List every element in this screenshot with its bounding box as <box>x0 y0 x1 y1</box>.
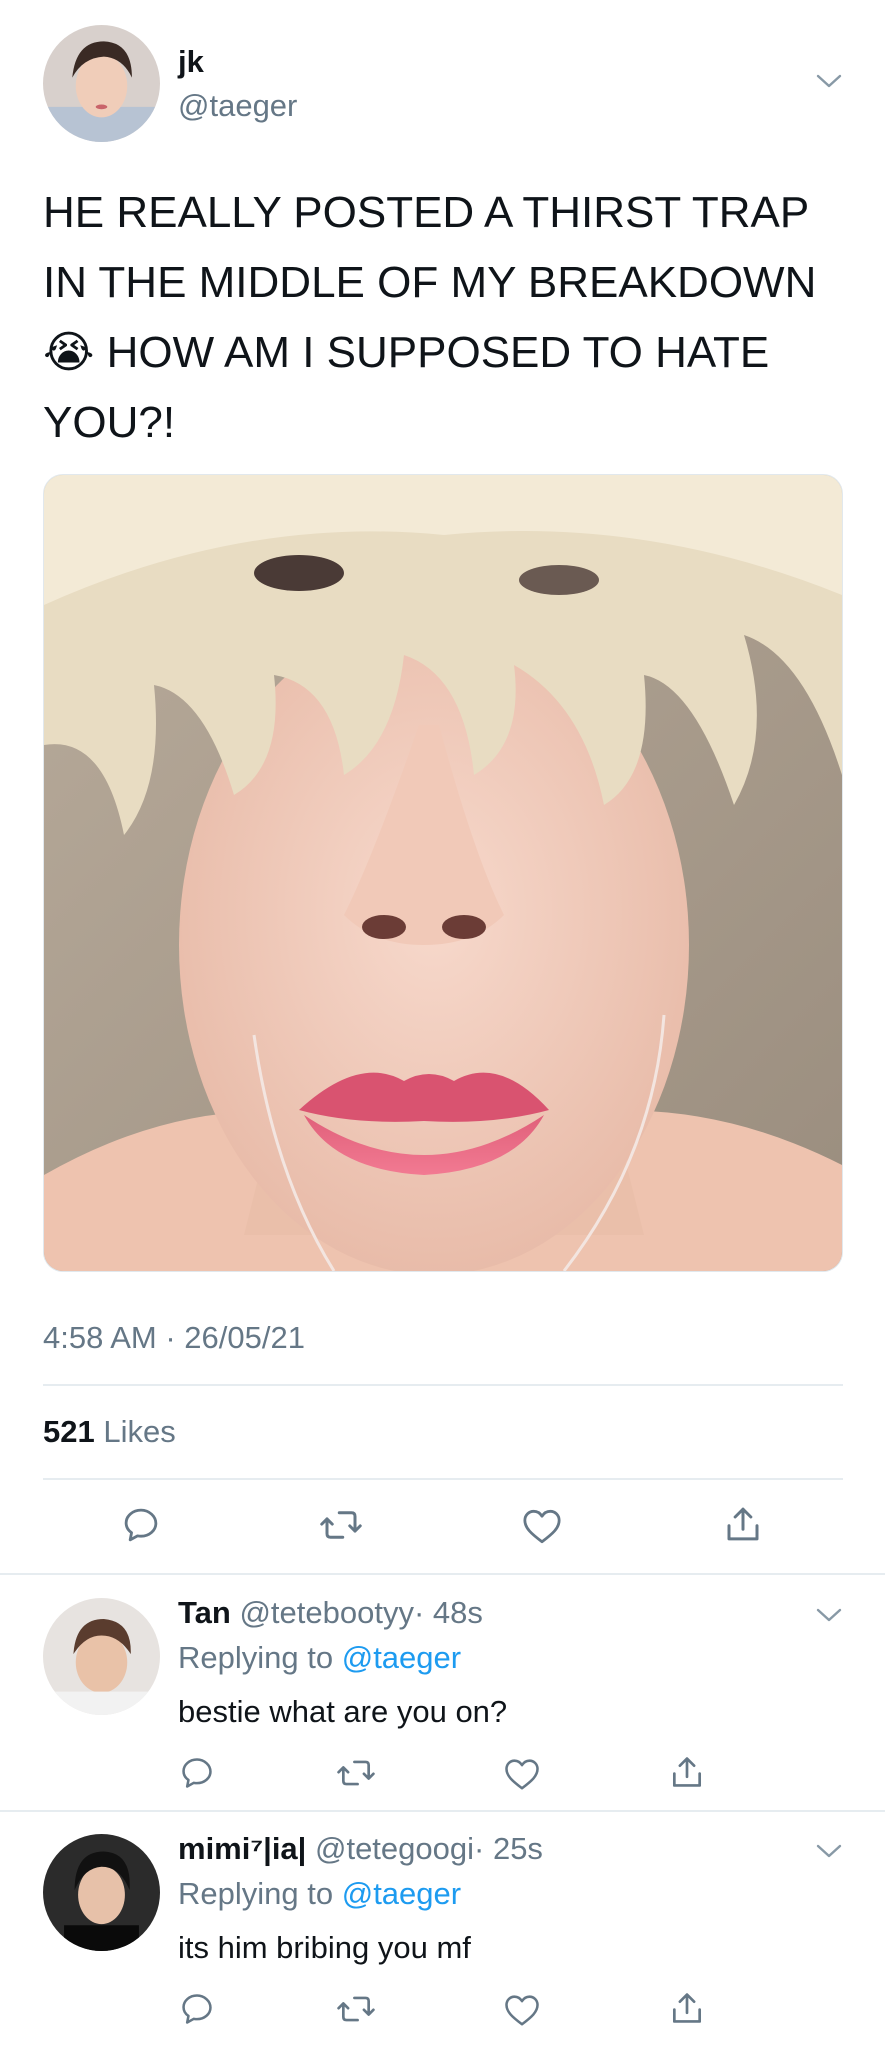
mention-link[interactable]: @taeger <box>342 1640 461 1675</box>
reply-icon[interactable] <box>178 1990 216 2028</box>
tweet-text-segment: HOW AM I SUPPOSED TO HATE <box>106 328 770 377</box>
chevron-down-icon[interactable] <box>815 1606 843 1624</box>
reply-header: mimi⁷|ia| @tetegoogi· 25s <box>178 1831 543 1867</box>
tweet-text-line: YOU?! <box>43 398 176 447</box>
mention-link[interactable]: @taeger <box>342 1876 461 1911</box>
reply-icon[interactable] <box>178 1754 216 1792</box>
heart-icon[interactable] <box>503 1992 541 2028</box>
reply-author-name[interactable]: Tan <box>178 1595 231 1630</box>
chevron-down-icon[interactable] <box>815 72 843 90</box>
share-icon[interactable] <box>722 1502 764 1546</box>
divider <box>43 1478 843 1480</box>
reply-text: bestie what are you on? <box>178 1694 508 1729</box>
author-avatar[interactable] <box>43 25 160 142</box>
reply-avatar[interactable] <box>43 1598 160 1715</box>
heart-icon[interactable] <box>503 1756 541 1792</box>
tweet-text-line: HE REALLY POSTED A THIRST TRAP <box>43 188 810 237</box>
author-name[interactable]: jk <box>178 44 204 80</box>
share-icon[interactable] <box>668 1752 706 1792</box>
chevron-down-icon[interactable] <box>815 1842 843 1860</box>
reply-avatar[interactable] <box>43 1834 160 1951</box>
tweet-text: HE REALLY POSTED A THIRST TRAP IN THE MI… <box>43 178 853 458</box>
divider <box>43 1384 843 1386</box>
reply-time: · 48s <box>413 1595 483 1630</box>
reply-author-name[interactable]: mimi⁷|ia| <box>178 1831 306 1866</box>
retweet-icon[interactable] <box>335 1990 377 2028</box>
crying-face-emoji: 😭 <box>43 328 95 377</box>
reply-header: Tan @tetebootyy· 48s <box>178 1595 483 1631</box>
replying-to: Replying to @taeger <box>178 1640 461 1676</box>
reply-author-handle[interactable]: @tetebootyy <box>239 1595 414 1630</box>
reply-time: · 25s <box>474 1831 543 1866</box>
likes-count: 521 <box>43 1414 95 1449</box>
likes-label: Likes <box>103 1414 176 1449</box>
retweet-icon[interactable] <box>335 1754 377 1792</box>
likes-stat[interactable]: 521 Likes <box>43 1414 176 1450</box>
divider <box>0 1573 885 1575</box>
tweet-text-line: 😭 HOW AM I SUPPOSED TO HATE <box>43 318 853 388</box>
tweet-text-line: IN THE MIDDLE OF MY BREAKDOWN <box>43 258 817 307</box>
reply-text: its him bribing you mf <box>178 1930 471 1965</box>
author-handle[interactable]: @taeger <box>178 88 297 124</box>
tweet-photo[interactable] <box>43 474 843 1272</box>
retweet-icon[interactable] <box>318 1504 364 1546</box>
tweet-timestamp[interactable]: 4:58 AM · 26/05/21 <box>43 1320 305 1356</box>
replying-to-label: Replying to <box>178 1640 334 1675</box>
reply-author-handle[interactable]: @tetegoogi <box>315 1831 474 1866</box>
replying-to-label: Replying to <box>178 1876 334 1911</box>
replying-to: Replying to @taeger <box>178 1876 461 1912</box>
reply-icon[interactable] <box>120 1504 162 1546</box>
share-icon[interactable] <box>668 1988 706 2028</box>
heart-icon[interactable] <box>521 1506 563 1546</box>
divider <box>0 1810 885 1812</box>
